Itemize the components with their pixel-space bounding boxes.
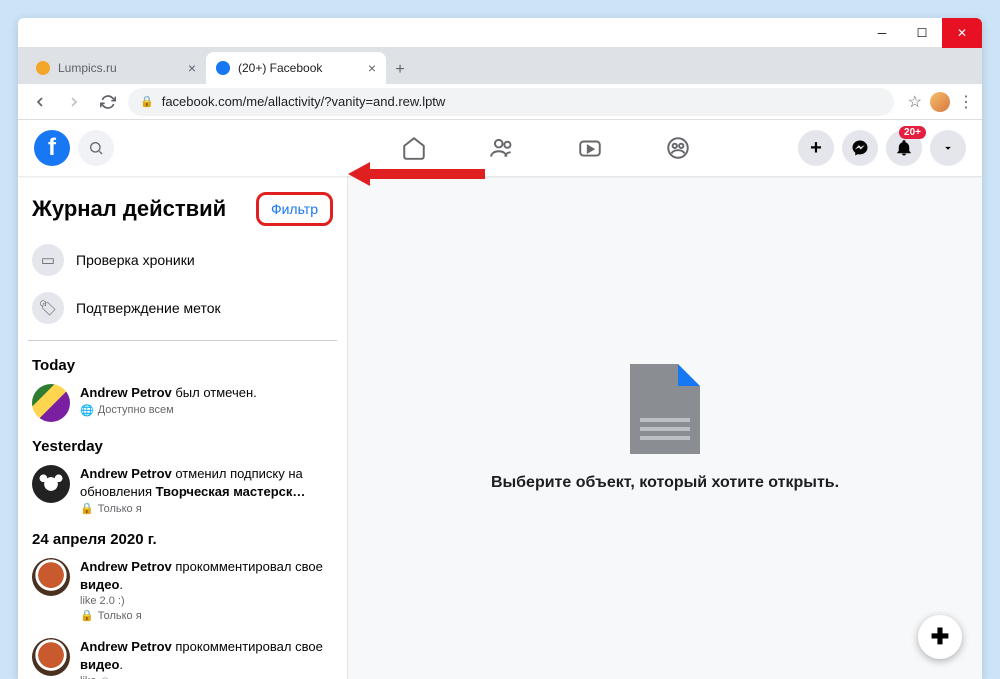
tab-title: (20+) Facebook (238, 61, 360, 75)
url-text: facebook.com/me/allactivity/?vanity=and.… (162, 94, 446, 109)
globe-icon: 🌐 (80, 404, 94, 417)
privacy-meta: 🔒Только я (80, 609, 333, 622)
comment-text: like 2.0 :) (80, 595, 333, 607)
messenger-button[interactable] (842, 130, 878, 166)
timeline-review-link[interactable]: ▭ Проверка хроники (28, 236, 337, 284)
window-titlebar: ─ ☐ ✕ (18, 18, 982, 48)
avatar (32, 384, 70, 422)
back-button[interactable] (26, 88, 54, 116)
date-heading: Yesterday (28, 434, 337, 461)
privacy-meta: 🌐Доступно всем (80, 404, 257, 417)
tab-title: Lumpics.ru (58, 61, 180, 75)
favicon-lumpics (36, 61, 50, 75)
activity-log-sidebar: Журнал действий Фильтр ▭ Проверка хроник… (18, 176, 348, 679)
window-close-button[interactable]: ✕ (942, 18, 982, 48)
privacy-meta: 🔒Только я (80, 502, 333, 515)
browser-tab-facebook[interactable]: (20+) Facebook × (206, 52, 386, 84)
notifications-button[interactable]: 20+ (886, 130, 922, 166)
account-menu-button[interactable] (930, 130, 966, 166)
nav-watch[interactable] (550, 124, 630, 172)
date-heading: Today (28, 353, 337, 380)
date-heading: 24 апреля 2020 г. (28, 527, 337, 554)
browser-tab-lumpics[interactable]: Lumpics.ru × (26, 52, 206, 84)
activity-item[interactable]: Andrew Petrov прокомментировал свое виде… (28, 634, 337, 679)
activity-text: Andrew Petrov прокомментировал свое виде… (80, 558, 333, 593)
tag-review-link[interactable]: 🏷 Подтверждение меток (28, 284, 337, 332)
activity-text: Andrew Petrov прокомментировал свое виде… (80, 638, 333, 673)
main-detail-pane: Выберите объект, который хотите открыть.… (348, 176, 982, 679)
plus-icon: + (810, 137, 822, 160)
browser-window: ─ ☐ ✕ Lumpics.ru × (20+) Facebook × + 🔒 … (18, 18, 982, 679)
create-button[interactable]: + (798, 130, 834, 166)
nav-groups[interactable] (638, 124, 718, 172)
filter-button[interactable]: Фильтр (256, 192, 333, 226)
document-icon (630, 364, 700, 454)
activity-item[interactable]: Andrew Petrov отменил подписку на обновл… (28, 461, 337, 527)
window-minimize-button[interactable]: ─ (862, 18, 902, 48)
fb-logo[interactable]: f (34, 130, 70, 166)
lock-icon: 🔒 (80, 502, 94, 515)
browser-toolbar: 🔒 facebook.com/me/allactivity/?vanity=an… (18, 84, 982, 120)
page-content: Журнал действий Фильтр ▭ Проверка хроник… (18, 176, 982, 679)
avatar (32, 465, 70, 503)
notification-badge: 20+ (899, 126, 926, 139)
activity-item[interactable]: Andrew Petrov был отмечен. 🌐Доступно все… (28, 380, 337, 434)
divider (28, 340, 337, 341)
window-maximize-button[interactable]: ☐ (902, 18, 942, 48)
favicon-facebook (216, 61, 230, 75)
tag-icon: 🏷 (32, 292, 64, 324)
page-title: Журнал действий (32, 196, 226, 222)
reload-button[interactable] (94, 88, 122, 116)
new-tab-button[interactable]: + (386, 56, 414, 84)
fb-top-nav: f + 20+ (18, 120, 982, 176)
tab-close-icon[interactable]: × (368, 60, 376, 76)
activity-item[interactable]: Andrew Petrov прокомментировал свое виде… (28, 554, 337, 634)
lock-icon: 🔒 (140, 95, 154, 108)
avatar (32, 638, 70, 676)
lock-icon: 🔒 (80, 609, 94, 622)
fb-search-button[interactable] (78, 130, 114, 166)
empty-state-text: Выберите объект, который хотите открыть. (491, 474, 839, 492)
activity-text: Andrew Petrov был отмечен. (80, 384, 257, 402)
annotation-arrow (348, 162, 485, 186)
activity-text: Andrew Petrov отменил подписку на обновл… (80, 465, 333, 500)
compose-fab[interactable]: ✚ (918, 615, 962, 659)
comment-text: like ☺ (80, 675, 333, 679)
browser-tabs: Lumpics.ru × (20+) Facebook × + (18, 48, 982, 84)
browser-menu-icon[interactable]: ⋮ (958, 92, 974, 112)
tab-close-icon[interactable]: × (188, 60, 196, 76)
timeline-icon: ▭ (32, 244, 64, 276)
bookmark-star-icon[interactable]: ☆ (908, 92, 922, 112)
timeline-review-label: Проверка хроники (76, 252, 195, 268)
profile-avatar-icon[interactable] (930, 92, 950, 112)
tag-review-label: Подтверждение меток (76, 300, 221, 316)
avatar (32, 558, 70, 596)
address-bar[interactable]: 🔒 facebook.com/me/allactivity/?vanity=an… (128, 88, 894, 116)
forward-button[interactable] (60, 88, 88, 116)
